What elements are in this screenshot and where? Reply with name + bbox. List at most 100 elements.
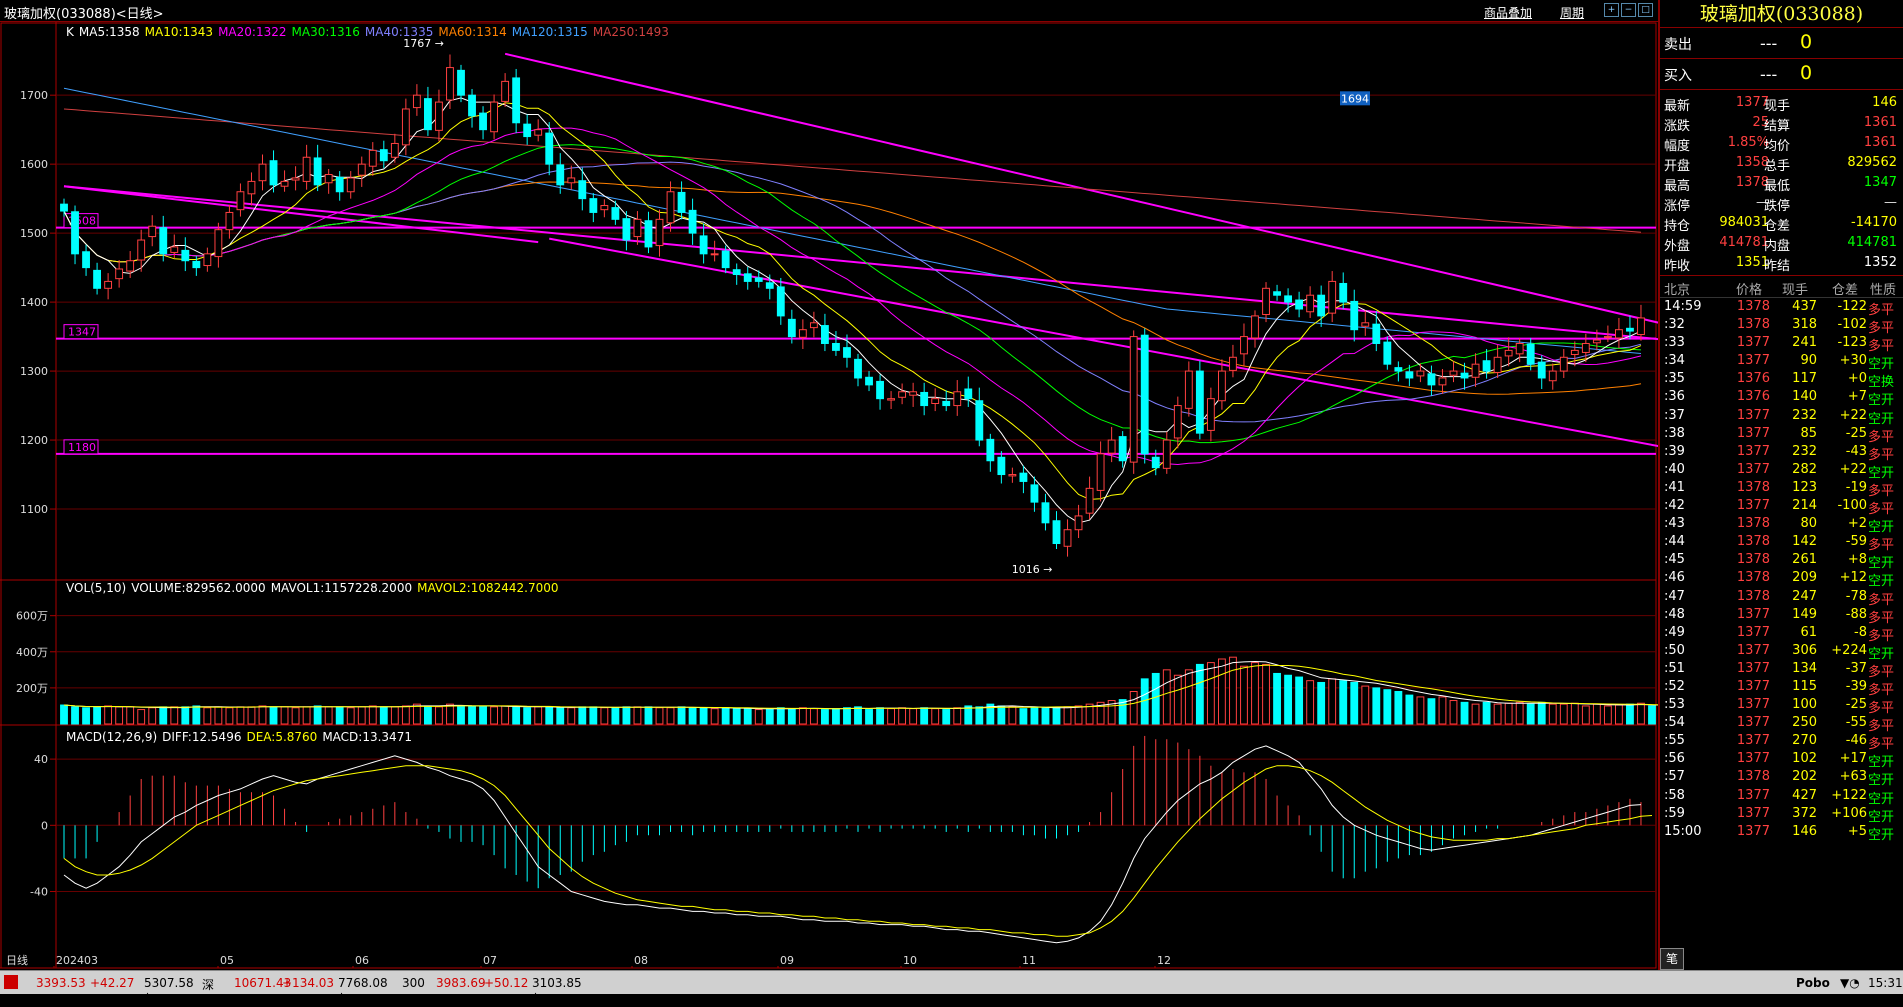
tick-tab[interactable]: 笔 <box>1660 948 1684 970</box>
tick-volume: 232 <box>1792 443 1817 459</box>
kline-chart-svg[interactable]: 1700160015001400130012001100150813471180… <box>0 22 1658 970</box>
tick-row[interactable]: :41 1378 123 -19 多平 <box>1660 479 1903 499</box>
tick-list[interactable]: 14:59 1378 437 -122 多平:32 1378 318 -102 多平:33 137… <box>1660 298 1903 843</box>
tick-price: 1377 <box>1736 715 1770 731</box>
tick-row[interactable]: :52 1377 115 -39 多平 <box>1660 678 1903 698</box>
volume-bar <box>1339 680 1348 725</box>
volume-bar <box>435 706 443 725</box>
candle-body <box>1515 342 1524 355</box>
volume-bar <box>1173 674 1182 725</box>
tick-row[interactable]: :33 1377 241 -123 多平 <box>1660 334 1903 354</box>
kline-chart-area[interactable]: 1700 1600 1500 1400 1300 1200 1100 1508 1347 1180… <box>0 22 1658 970</box>
fullscreen-icon[interactable]: □ <box>1638 3 1653 17</box>
candle-body <box>368 149 377 167</box>
candle-body <box>126 260 135 272</box>
sell-label: 卖出 <box>1664 37 1692 53</box>
quote-stat-row: 最新 1377 现手 146 <box>1660 93 1903 114</box>
tick-price: 1377 <box>1736 751 1770 767</box>
signal-icon: ▼◔ <box>1840 976 1860 990</box>
tick-oi-change: +0 <box>1847 371 1867 387</box>
volume-bar <box>765 708 774 725</box>
tick-row[interactable]: 14:59 1378 437 -122 多平 <box>1660 298 1903 318</box>
tick-row[interactable]: :56 1377 102 +17 空开 <box>1660 750 1903 770</box>
candle-body <box>787 318 796 338</box>
quote-stat-row: 涨停 — 跌停 — <box>1660 193 1903 214</box>
tick-row[interactable]: :39 1377 232 -43 多平 <box>1660 443 1903 463</box>
candle-body <box>1217 370 1226 402</box>
main-legend-item: MA20:1322 <box>218 25 287 39</box>
volume-bar <box>1648 705 1656 725</box>
tick-row[interactable]: :46 1378 209 +12 空开 <box>1660 569 1903 589</box>
candle-body <box>60 203 68 212</box>
tick-row[interactable]: :49 1377 61 -8 多平 <box>1660 624 1903 644</box>
tick-row[interactable]: :35 1376 117 +0 空换 <box>1660 370 1903 390</box>
volume-bar <box>710 708 719 725</box>
tick-row[interactable]: :51 1377 134 -37 多平 <box>1660 660 1903 680</box>
tick-row[interactable]: :45 1378 261 +8 空开 <box>1660 551 1903 571</box>
tick-row[interactable]: 15:00 1377 146 +5 空开 <box>1660 823 1903 843</box>
tick-time: :43 <box>1664 516 1685 532</box>
volume-bar <box>1240 665 1248 725</box>
overlay-link[interactable]: 商品叠加 <box>1484 4 1532 21</box>
vol-tick-label: 200万 <box>16 682 48 695</box>
level-label: 1180 <box>68 441 96 454</box>
volume-bar <box>677 706 686 725</box>
tick-row[interactable]: :43 1378 80 +2 空开 <box>1660 515 1903 535</box>
volume-bar <box>159 706 168 725</box>
tick-volume: 115 <box>1792 678 1817 694</box>
tick-row[interactable]: :55 1377 270 -46 多平 <box>1660 732 1903 752</box>
tick-row[interactable]: :57 1378 202 +63 空开 <box>1660 768 1903 788</box>
tick-time: :40 <box>1664 461 1685 477</box>
tick-row[interactable]: :34 1377 90 +30 空开 <box>1660 352 1903 372</box>
volume-bar <box>953 707 962 725</box>
candle-body <box>1206 398 1215 431</box>
tick-row[interactable]: :40 1377 282 +22 空开 <box>1660 461 1903 481</box>
tick-row[interactable]: :59 1377 372 +106 空开 <box>1660 805 1903 825</box>
volume-bar <box>931 708 940 725</box>
candle-body <box>611 207 620 220</box>
macd-legend-item: DIFF:12.5496 <box>162 730 242 744</box>
candle-body <box>832 342 840 351</box>
tick-price: 1377 <box>1736 642 1770 658</box>
tick-row[interactable]: :42 1377 214 -100 多平 <box>1660 497 1903 517</box>
tick-time: :34 <box>1664 353 1685 369</box>
tick-row[interactable]: :37 1377 232 +22 空开 <box>1660 407 1903 427</box>
tick-row[interactable]: :50 1377 306 +224 空开 <box>1660 642 1903 662</box>
candle-body <box>600 205 609 211</box>
tick-time: :36 <box>1664 389 1685 405</box>
zoom-out-icon[interactable]: − <box>1621 3 1636 17</box>
candle-body <box>159 227 168 255</box>
tick-row[interactable]: :36 1376 140 +7 空开 <box>1660 388 1903 408</box>
candle-body <box>1173 405 1182 439</box>
sell-row: 卖出 --- 0 <box>1660 28 1903 59</box>
volume-bar <box>942 709 951 725</box>
tick-row[interactable]: :38 1377 85 -25 多平 <box>1660 425 1903 445</box>
volume-bar <box>1306 680 1315 725</box>
tick-row[interactable]: :53 1377 100 -25 多平 <box>1660 696 1903 716</box>
tick-row[interactable]: :54 1377 250 -55 多平 <box>1660 714 1903 734</box>
volume-bar <box>457 705 465 725</box>
tick-row[interactable]: :48 1377 149 -88 多平 <box>1660 606 1903 626</box>
tick-row[interactable]: :47 1378 247 -78 多平 <box>1660 588 1903 608</box>
diff-line <box>63 745 1642 944</box>
tick-time: :46 <box>1664 570 1685 586</box>
tick-row[interactable]: :44 1378 142 -59 多平 <box>1660 533 1903 553</box>
tick-row[interactable]: :32 1378 318 -102 多平 <box>1660 316 1903 336</box>
tick-time: :47 <box>1664 588 1685 604</box>
tick-header-volume: 现手 <box>1782 283 1809 298</box>
x-tick-label: 202403 <box>56 954 98 967</box>
tick-oi-change: +122 <box>1831 787 1867 803</box>
candle-body <box>809 322 818 329</box>
x-tick-label: 09 <box>780 954 794 967</box>
zoom-in-icon[interactable]: + <box>1604 3 1619 17</box>
period-link[interactable]: 周期 <box>1560 4 1584 21</box>
quote-panel: 玻璃加权(033088) 卖出 --- 0 买入 --- 0 最新 1377 现手 1… <box>1658 0 1903 970</box>
stat-value: -14170 <box>1850 215 1897 230</box>
dea-line <box>63 765 1653 937</box>
tick-row[interactable]: :58 1377 427 +122 空开 <box>1660 787 1903 807</box>
main-legend-item: MA30:1316 <box>291 25 360 39</box>
volume-bar <box>1030 707 1039 725</box>
tick-nature: 空开 <box>1868 827 1895 843</box>
candle-body <box>1284 295 1293 303</box>
volume-bar <box>898 707 907 725</box>
